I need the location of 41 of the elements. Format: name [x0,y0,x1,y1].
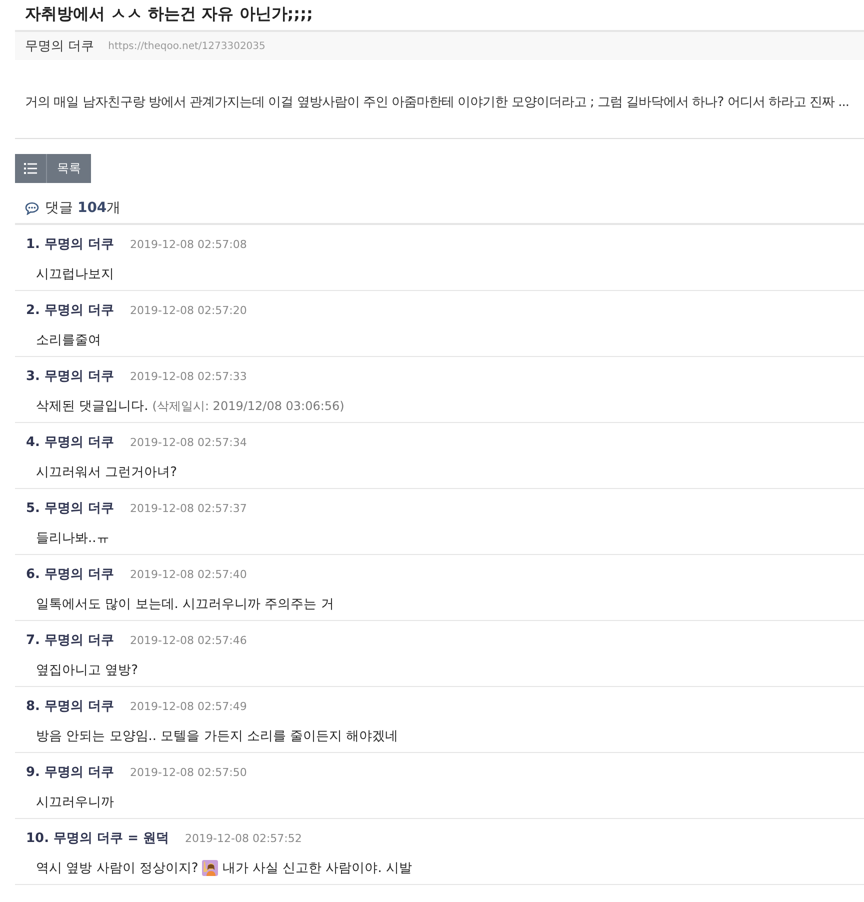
comment-author: 6. 무명의 더쿠 [26,566,114,583]
comment-author: 2. 무명의 더쿠 [26,302,114,319]
comment-author: 8. 무명의 더쿠 [26,698,114,715]
comment-text: 내가 사실 신고한 사람이야. 시발 [222,860,412,877]
comment-count: 댓글 104개 [45,199,121,217]
comment-author: 4. 무명의 더쿠 [26,434,114,451]
speech-bubble-icon [25,202,39,214]
comment-text: 들리나봐..ㅠ [36,530,110,547]
comment-time: 2019-12-08 02:57:37 [130,502,247,515]
author-name: 무명의 더쿠 [25,38,94,55]
post-body: 거의 매일 남자친구랑 방에서 관계가지는데 이걸 옆방사람이 주인 아줌마한테 이야기한 모양이더라고 ; 그럼 길바닥에서 하나? 어디서 하라고 진짜 ... [15,60,864,139]
comment-text: 삭제된 댓글입니다. [36,398,148,415]
comment-time: 2019-12-08 02:57:34 [130,436,247,449]
comment-text: 시끄러우니까 [36,794,114,811]
list-button[interactable]: 목록 [15,154,91,183]
comment-text: 옆집아니고 옆방? [36,662,138,679]
comment-time: 2019-12-08 02:57:40 [130,568,247,581]
comment-time: 2019-12-08 02:57:52 [185,832,302,845]
comment-author: 5. 무명의 더쿠 [26,500,114,517]
comment-text: 시끄러워서 그런거아녀? [36,464,178,481]
post-title: 자취방에서 ㅅㅅ 하는건 자유 아닌가;;;; [24,3,314,25]
person-raising-hand-icon [202,860,218,876]
comment-text: 시끄럽나보지 [36,266,114,283]
deleted-note: (삭제일시: 2019/12/08 03:06:56) [152,398,344,414]
comment-author: 3. 무명의 더쿠 [26,368,114,385]
comment-text: 역시 옆방 사람이 정상이지? [36,860,198,877]
comment-time: 2019-12-08 02:57:49 [130,700,247,713]
comment-author: 10. 무명의 더쿠 = 원덕 [26,830,170,847]
post-link[interactable]: https://theqoo.net/1273302035 [108,40,266,52]
comment-text: 일톡에서도 많이 보는데. 시끄러우니까 주의주는 거 [36,596,334,613]
comment-time: 2019-12-08 02:57:46 [130,634,247,647]
comment-author: 7. 무명의 더쿠 [26,632,114,649]
comment-author: 9. 무명의 더쿠 [26,764,114,781]
comment-time: 2019-12-08 02:57:08 [130,238,247,251]
comment-time: 2019-12-08 02:57:50 [130,766,247,779]
comment-time: 2019-12-08 02:57:33 [130,370,247,383]
comment-text: 방음 안되는 모양임.. 모텔을 가든지 소리를 줄이든지 해야겠네 [36,728,398,745]
comment-time: 2019-12-08 02:57:20 [130,304,247,317]
comment-text: 소리를줄여 [36,332,101,349]
list-icon [24,163,37,174]
comment-author: 1. 무명의 더쿠 [26,236,114,253]
